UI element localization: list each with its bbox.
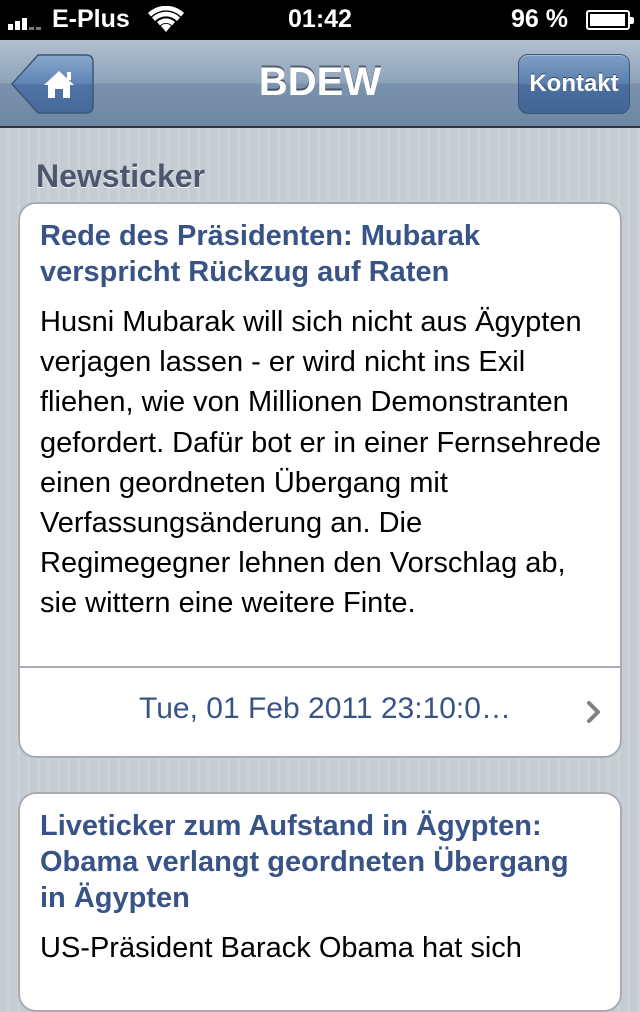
news-title[interactable]: Rede des Präsidenten: Mubarak verspricht…: [20, 204, 620, 290]
status-bar: E-Plus 01:42 96 %: [0, 0, 640, 40]
section-header: Newsticker: [36, 158, 205, 194]
battery-percent: 96 %: [511, 5, 568, 33]
news-card: Rede des Präsidenten: Mubarak verspricht…: [18, 202, 622, 758]
chevron-right-icon: [587, 701, 600, 723]
news-title[interactable]: Liveticker zum Aufstand in Ägypten: Obam…: [20, 794, 620, 916]
news-card: Liveticker zum Aufstand in Ägypten: Obam…: [18, 792, 622, 1012]
battery-icon: [586, 10, 634, 30]
news-body: Husni Mubarak will sich nicht aus Ägypte…: [40, 306, 601, 620]
contact-button[interactable]: Kontakt: [518, 54, 630, 114]
news-body: US-Präsident Barack Obama hat sich: [40, 932, 522, 964]
navigation-bar: BDEW Kontakt: [0, 40, 640, 128]
news-date: Tue, 01 Feb 2011 23:10:0…: [139, 692, 511, 725]
news-date-row[interactable]: Tue, 01 Feb 2011 23:10:0…: [20, 666, 620, 756]
